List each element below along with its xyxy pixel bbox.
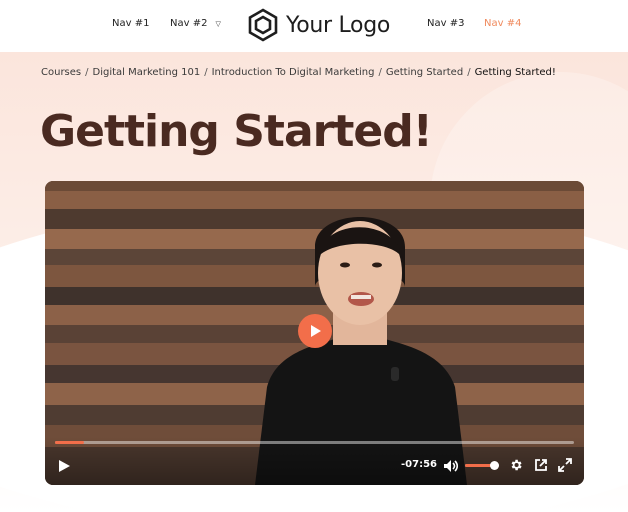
chevron-down-icon: ▽ [215,20,221,28]
site-logo[interactable]: Your Logo [248,8,390,42]
nav-item-1[interactable]: Nav #1 [112,18,149,29]
play-icon[interactable] [57,459,71,473]
page-title: Getting Started! [40,106,433,157]
video-controls [45,437,584,485]
breadcrumb-course[interactable]: Digital Marketing 101 [93,67,201,78]
breadcrumb: Courses / Digital Marketing 101/Introducti… [41,67,556,78]
nav-item-3[interactable]: Nav #3 [427,18,464,29]
breadcrumb-separator: / [85,67,89,78]
volume-slider[interactable] [465,461,499,470]
video-progress-fill [55,441,84,444]
breadcrumb-lesson[interactable]: Getting Started [386,67,463,78]
play-icon [311,325,321,337]
volume-handle[interactable] [489,461,499,470]
breadcrumb-separator: / [204,67,208,78]
breadcrumb-separator: / [467,67,471,78]
play-overlay-button[interactable] [298,314,332,348]
breadcrumb-module[interactable]: Introduction To Digital Marketing [212,67,375,78]
video-player[interactable]: -07:56 [45,181,584,485]
nav-item-2[interactable]: Nav #2 ▽ [170,18,221,29]
breadcrumb-courses[interactable]: Courses [41,67,81,78]
gear-icon[interactable] [509,458,523,472]
breadcrumb-separator: / [378,67,382,78]
volume-icon[interactable] [443,459,458,473]
nav-item-4[interactable]: Nav #4 [484,18,521,29]
video-progress-bar[interactable] [55,441,574,444]
fullscreen-icon[interactable] [558,458,572,472]
hexagon-icon [248,8,278,42]
nav-item-2-label: Nav #2 [170,18,208,29]
logo-text: Your Logo [286,12,391,38]
breadcrumb-current: Getting Started! [474,67,556,78]
time-remaining: -07:56 [401,459,437,470]
external-link-icon[interactable] [534,458,548,472]
site-header: Nav #1 Nav #2 ▽ Your Logo Nav #3 Nav #4 [0,0,628,52]
